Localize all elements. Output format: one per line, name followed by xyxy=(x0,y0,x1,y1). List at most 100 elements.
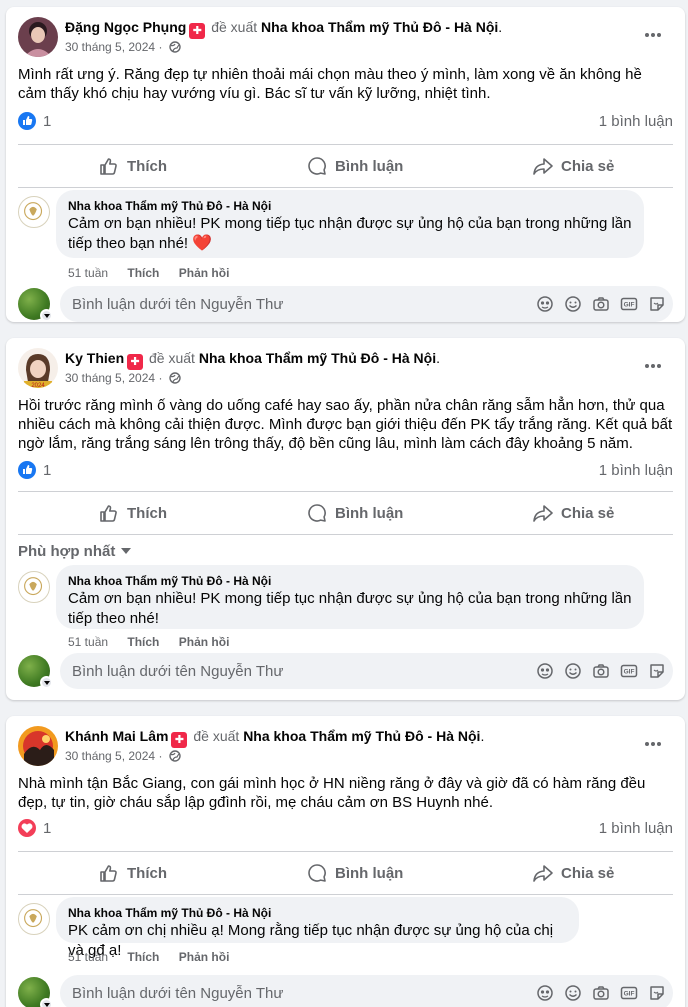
post-date[interactable]: 30 tháng 5, 2024 xyxy=(65,40,155,54)
like-label: Thích xyxy=(127,504,167,522)
like-label: Thích xyxy=(127,157,167,175)
post-meta: 30 tháng 5, 2024 · xyxy=(65,370,181,386)
comment-like-button[interactable]: Thích xyxy=(127,635,159,649)
emoji-icon[interactable] xyxy=(563,294,583,314)
comment-count[interactable]: 1 bình luận xyxy=(599,462,673,479)
chevron-down-icon[interactable] xyxy=(40,309,53,322)
reviews-feed: Đặng Ngọc Phụng ✚ đề xuất Nha khoa Thẩm m… xyxy=(0,0,688,1007)
comment-author[interactable]: Nha khoa Thẩm mỹ Thủ Đô - Hà Nội xyxy=(68,573,632,589)
comment-sort-dropdown[interactable]: Phù hợp nhất xyxy=(6,535,685,563)
review-post: Đặng Ngọc Phụng ✚ đề xuất Nha khoa Thẩm m… xyxy=(6,7,685,322)
meta-separator: · xyxy=(158,40,163,54)
recommend-badge-icon: ✚ xyxy=(127,354,144,370)
comment-button[interactable]: Bình luận xyxy=(306,492,403,534)
comment-composer: GIF xyxy=(6,286,685,322)
author-avatar[interactable] xyxy=(18,17,58,57)
sticker-icon[interactable] xyxy=(647,983,667,1003)
comment-input[interactable] xyxy=(60,286,480,322)
page-name-link[interactable]: Nha khoa Thẩm mỹ Thủ Đô - Hà Nội xyxy=(261,19,498,35)
comment-count[interactable]: 1 bình luận xyxy=(599,113,673,130)
love-reaction-icon[interactable] xyxy=(18,819,36,837)
share-label: Chia sẻ xyxy=(561,864,615,882)
like-button[interactable]: Thích xyxy=(98,492,167,534)
more-dots-icon[interactable] xyxy=(643,356,663,376)
caret-down-icon xyxy=(121,548,132,554)
comment-button[interactable]: Bình luận xyxy=(306,852,403,894)
comment: Nha khoa Thẩm mỹ Thủ Đô - Hà Nội Cảm ơn … xyxy=(6,188,685,286)
avatar-sticker-icon[interactable] xyxy=(535,983,555,1003)
author-name[interactable]: Đặng Ngọc Phụng xyxy=(65,19,186,35)
like-reaction-icon[interactable] xyxy=(18,112,36,130)
author-avatar[interactable]: 2024 xyxy=(18,348,58,388)
gif-icon[interactable]: GIF xyxy=(619,294,639,314)
chevron-down-icon[interactable] xyxy=(40,998,53,1007)
author-name[interactable]: Ky Thien xyxy=(65,350,124,366)
composer-tools: GIF xyxy=(527,294,667,314)
camera-icon[interactable] xyxy=(591,983,611,1003)
like-icon xyxy=(100,505,117,522)
author-avatar[interactable] xyxy=(18,726,58,766)
emoji-icon[interactable] xyxy=(563,983,583,1003)
post-header: 2024 Ky Thien ✚ đề xuất Nha khoa Thẩm mỹ … xyxy=(6,338,685,396)
review-post: 2024 Ky Thien ✚ đề xuất Nha khoa Thẩm mỹ … xyxy=(6,338,685,700)
gif-icon[interactable]: GIF xyxy=(619,661,639,681)
globe-icon xyxy=(169,41,181,53)
share-button[interactable]: Chia sẻ xyxy=(532,492,614,534)
composer-tools: GIF xyxy=(527,661,667,681)
clinic-logo-avatar[interactable] xyxy=(18,571,50,603)
more-dots-icon[interactable] xyxy=(643,734,663,754)
author-name[interactable]: Khánh Mai Lâm xyxy=(65,728,168,744)
comment-bubble: Nha khoa Thẩm mỹ Thủ Đô - Hà Nội Cảm ơn … xyxy=(56,190,644,258)
gif-icon[interactable]: GIF xyxy=(619,983,639,1003)
svg-text:2024: 2024 xyxy=(31,383,45,388)
review-post: Khánh Mai Lâm ✚ đề xuất Nha khoa Thẩm mỹ … xyxy=(6,716,685,1007)
page-name-link[interactable]: Nha khoa Thẩm mỹ Thủ Đô - Hà Nội xyxy=(199,350,436,366)
more-dots-icon[interactable] xyxy=(643,25,663,45)
share-button[interactable]: Chia sẻ xyxy=(532,852,614,894)
comment-author[interactable]: Nha khoa Thẩm mỹ Thủ Đô - Hà Nội xyxy=(68,198,632,214)
comment-reply-button[interactable]: Phản hồi xyxy=(179,950,230,964)
avatar-sticker-icon[interactable] xyxy=(535,294,555,314)
clinic-logo-avatar[interactable] xyxy=(18,196,50,228)
sort-label: Phù hợp nhất xyxy=(18,543,116,560)
globe-icon xyxy=(169,750,181,762)
camera-icon[interactable] xyxy=(591,661,611,681)
page-name-link[interactable]: Nha khoa Thẩm mỹ Thủ Đô - Hà Nội xyxy=(243,728,480,744)
comment-reply-button[interactable]: Phản hồi xyxy=(179,266,230,280)
post-header: Đặng Ngọc Phụng ✚ đề xuất Nha khoa Thẩm m… xyxy=(6,7,685,65)
chevron-down-icon[interactable] xyxy=(40,676,53,689)
reaction-count[interactable]: 1 xyxy=(43,820,51,837)
like-reaction-icon[interactable] xyxy=(18,461,36,479)
post-actions: Thích Bình luận Chia sẻ xyxy=(18,491,673,535)
reaction-bar: 1 1 bình luận xyxy=(6,814,685,844)
sticker-icon[interactable] xyxy=(647,661,667,681)
comment-like-button[interactable]: Thích xyxy=(127,266,159,280)
post-date[interactable]: 30 tháng 5, 2024 xyxy=(65,371,155,385)
reaction-count[interactable]: 1 xyxy=(43,113,51,130)
comment-author[interactable]: Nha khoa Thẩm mỹ Thủ Đô - Hà Nội xyxy=(68,905,567,921)
post-actions: Thích Bình luận Chia sẻ xyxy=(18,144,673,188)
comment-button[interactable]: Bình luận xyxy=(306,145,403,187)
svg-text:GIF: GIF xyxy=(624,669,635,676)
emoji-icon[interactable] xyxy=(563,661,583,681)
comment-reply-button[interactable]: Phản hồi xyxy=(179,635,230,649)
clinic-logo-avatar[interactable] xyxy=(18,903,50,935)
comment-like-button[interactable]: Thích xyxy=(127,950,159,964)
sticker-icon[interactable] xyxy=(647,294,667,314)
comment-time[interactable]: 51 tuần xyxy=(68,950,108,964)
comment-time[interactable]: 51 tuần xyxy=(68,266,108,280)
like-button[interactable]: Thích xyxy=(98,852,167,894)
like-button[interactable]: Thích xyxy=(98,145,167,187)
comment-time[interactable]: 51 tuần xyxy=(68,635,108,649)
avatar-sticker-icon[interactable] xyxy=(535,661,555,681)
share-button[interactable]: Chia sẻ xyxy=(532,145,614,187)
like-icon xyxy=(100,158,117,175)
share-icon xyxy=(533,865,553,882)
comment-input[interactable] xyxy=(60,653,480,689)
comment-count[interactable]: 1 bình luận xyxy=(599,820,673,837)
comment-input[interactable] xyxy=(60,975,480,1007)
camera-icon[interactable] xyxy=(591,294,611,314)
post-date[interactable]: 30 tháng 5, 2024 xyxy=(65,749,155,763)
meta-separator: · xyxy=(158,371,163,385)
reaction-count[interactable]: 1 xyxy=(43,462,51,479)
